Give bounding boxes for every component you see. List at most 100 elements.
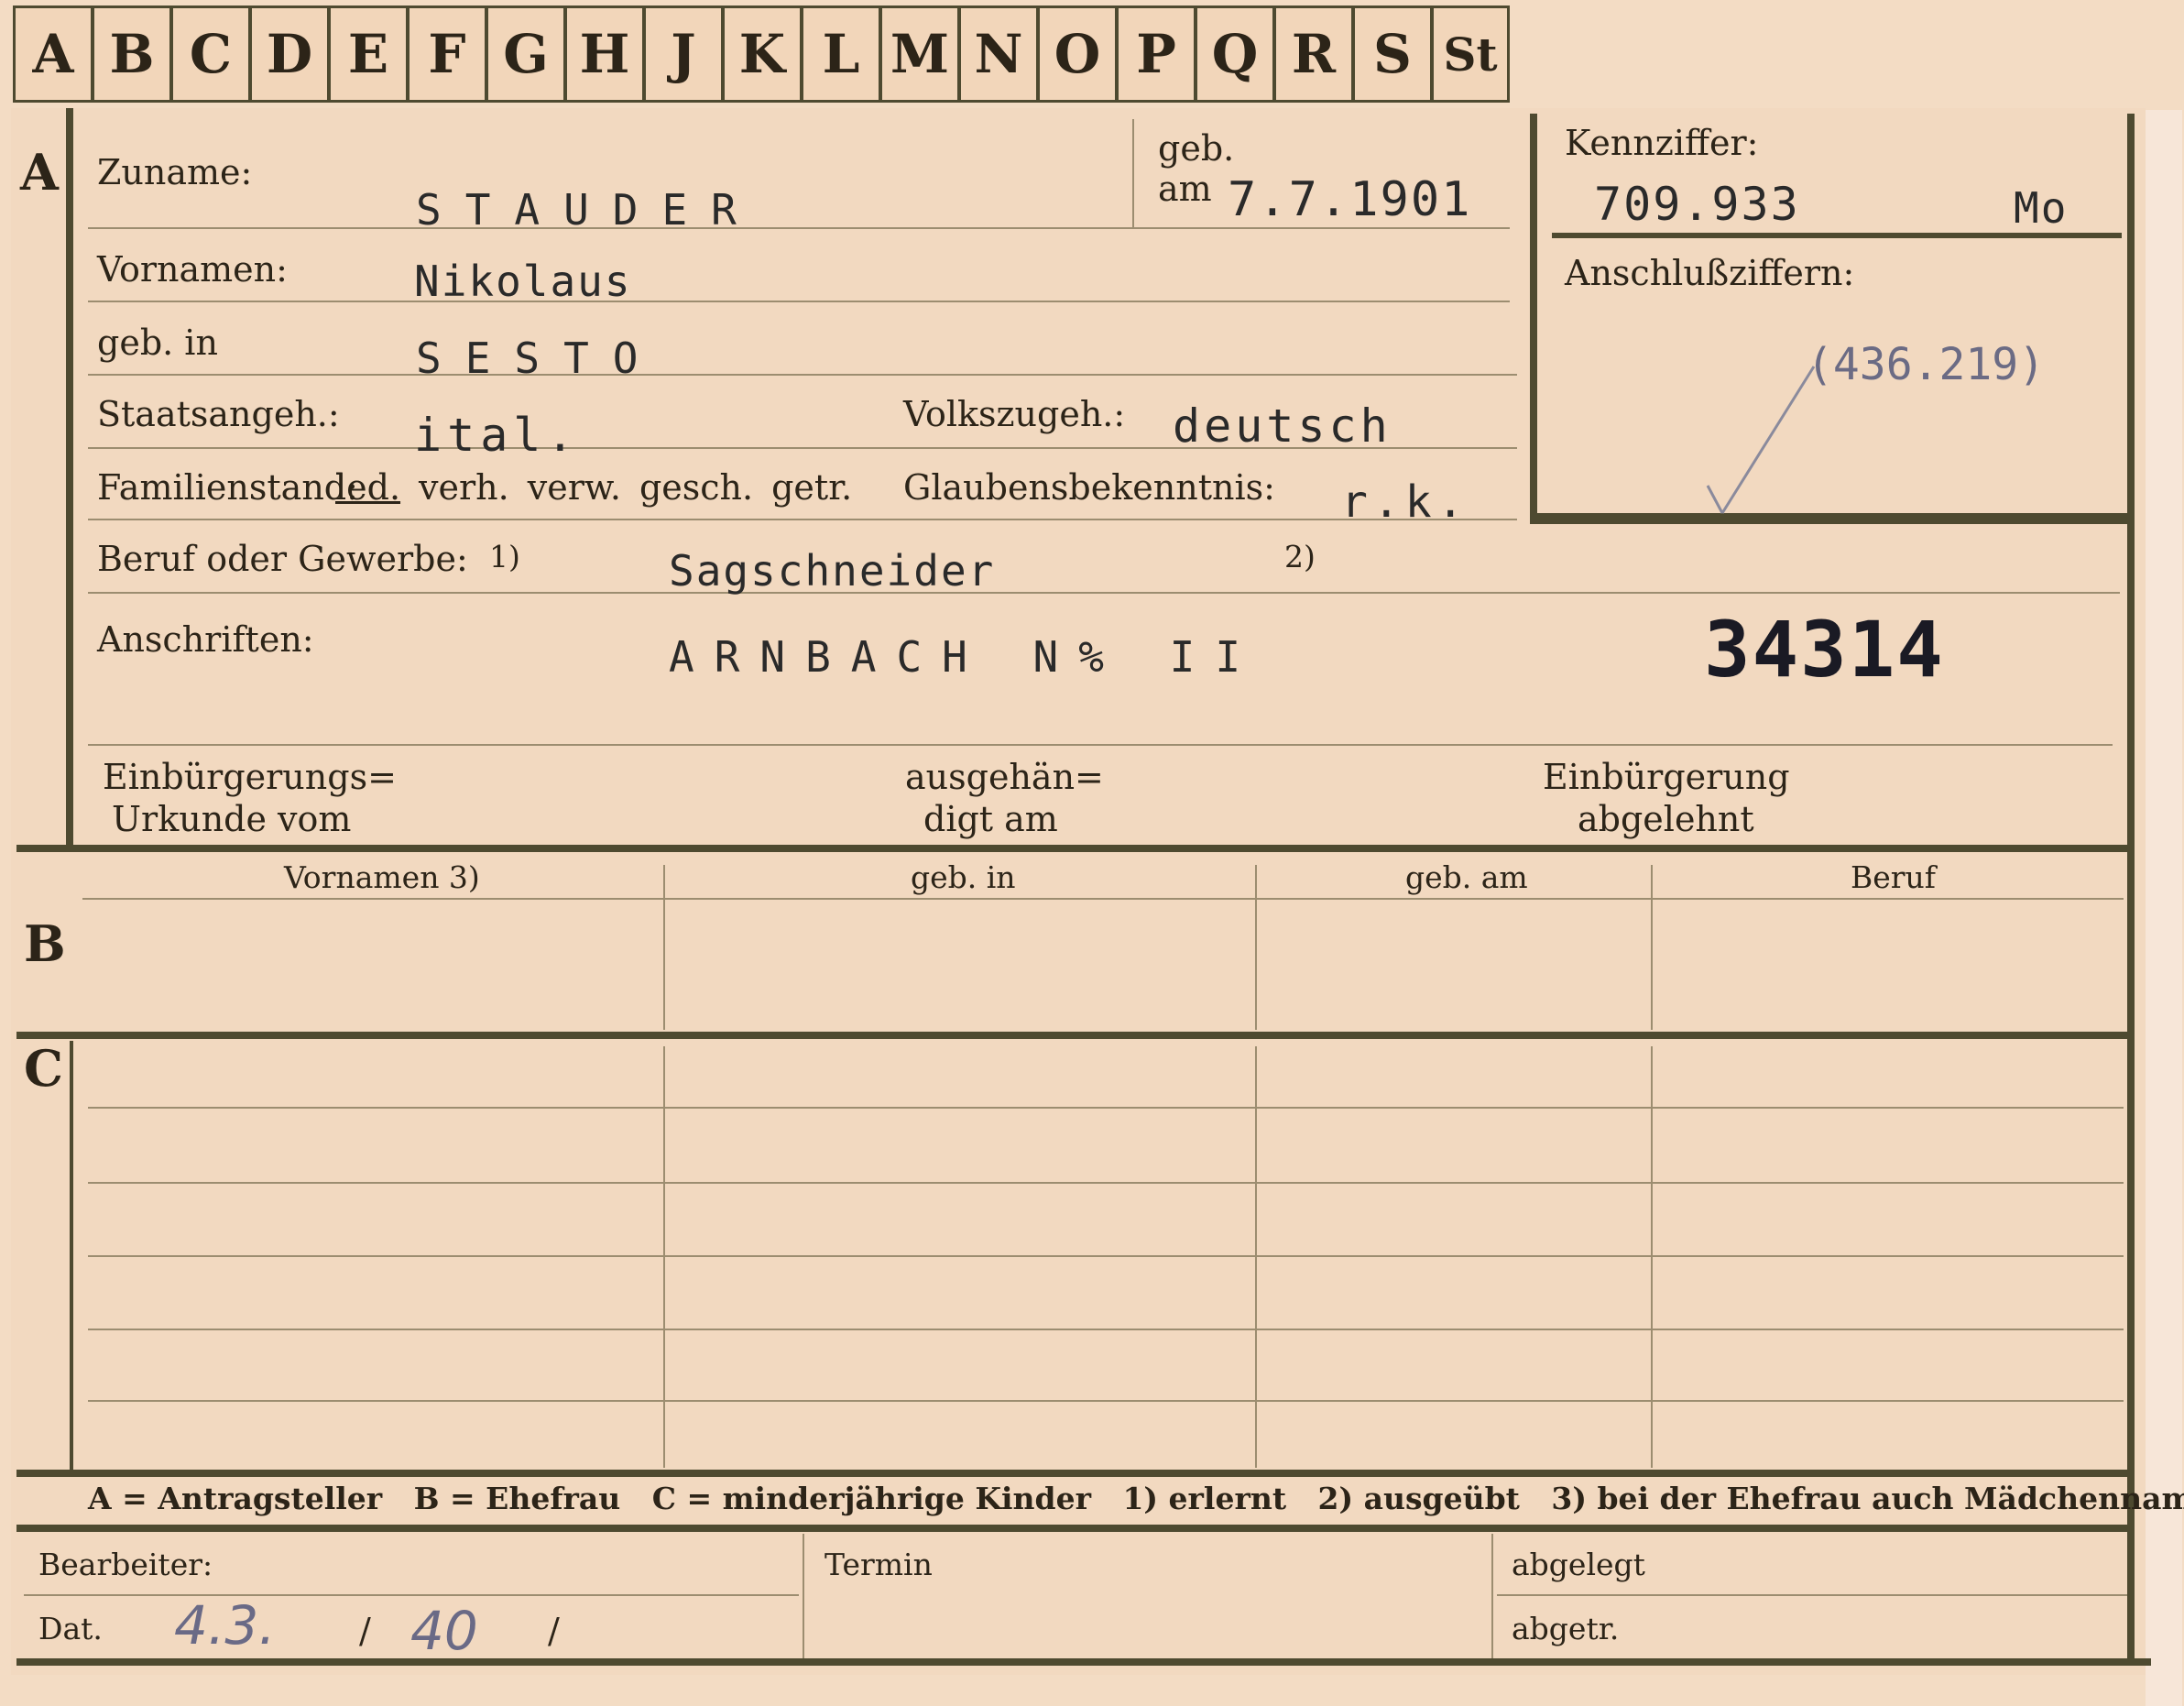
dat-separator-2: / [548,1611,560,1651]
section-c-left-border [70,1041,73,1470]
beruf-footnote-1: 1) [489,539,520,574]
einbuergerung-abgelehnt-label-2: abgelehnt [1578,799,1754,839]
familienstand-verwitwet[interactable]: verw. [528,467,621,508]
staatsangeh-value: ital. [414,409,580,462]
vornamen-value: Nikolaus [414,257,632,306]
tab-f[interactable]: F [407,5,486,103]
glaubensbekenntnis-label: Glaubensbekenntnis: [903,467,1275,508]
dat-separator-1: / [359,1611,371,1651]
legend-bottom-border [16,1525,2129,1532]
tab-r[interactable]: R [1273,5,1352,103]
table-b-header-line [82,898,2124,900]
stamp-number: 34314 [1704,605,1945,694]
familienstand-getrennt[interactable]: getr. [771,467,852,508]
row-geb-in-line [88,374,1517,376]
am-label: am [1158,169,1212,209]
card-edge [2146,110,2182,1706]
anschlussziffer-value: (436.219) [1807,339,2046,390]
beruf-label: Beruf oder Gewerbe: [97,539,468,579]
einbuergerungs-urkunde-label-1: Einbürgerungs= [103,757,397,797]
geb-label: geb. [1158,128,1235,169]
section-letter-c: C [24,1039,63,1098]
row-zuname-line [88,227,1510,229]
tab-d[interactable]: D [249,5,328,103]
section-a-bottom-border [16,845,2129,852]
table-b-header-geb-in: geb. in [911,859,1016,895]
abgetr-label: abgetr. [1512,1611,1620,1646]
tab-m[interactable]: M [879,5,958,103]
section-letter-b: B [24,914,66,973]
tab-k[interactable]: K [722,5,801,103]
tab-n[interactable]: N [958,5,1037,103]
kennziffer-divider [1552,233,2122,238]
table-c-row-line-1 [88,1107,2124,1109]
tab-p[interactable]: P [1116,5,1195,103]
row-vornamen-line [88,301,1510,302]
dat-label: Dat. [38,1611,103,1646]
staatsangeh-label: Staatsangeh.: [97,394,340,434]
familienstand-geschieden[interactable]: gesch. [639,467,753,508]
row-anschriften-line [88,744,2113,746]
table-c-row-line-3 [88,1255,2124,1257]
einbuergerung-abgelehnt-label-1: Einbürgerung [1543,757,1790,797]
tab-b[interactable]: B [92,5,170,103]
tab-st[interactable]: St [1431,5,1510,103]
tab-j[interactable]: J [643,5,722,103]
legend: A = Antragsteller B = Ehefrau C = minder… [88,1481,2184,1516]
abgelegt-label: abgelegt [1512,1547,1645,1582]
bearbeiter-label: Bearbeiter: [38,1547,213,1582]
familienstand-ledig[interactable]: led. [335,467,400,508]
table-b-col-2 [1255,865,1257,1030]
section-b-bottom-border [16,1032,2129,1039]
table-b-header-beruf: Beruf [1851,859,1937,895]
zuname-label: Zuname: [97,152,253,192]
tab-g[interactable]: G [486,5,564,103]
table-b-header-geb-am: geb. am [1405,859,1528,895]
row-familienstand-line [88,519,1517,520]
table-c-col-2 [1255,1046,1257,1468]
index-tabs: A B C D E F G H J K L M N O P Q R S St [13,5,1510,104]
einbuergerungs-urkunde-label-2: Urkunde vom [112,799,352,839]
table-b-col-3 [1651,865,1653,1030]
tab-s[interactable]: S [1352,5,1431,103]
anschriften-value: ARNBACH N% II [669,632,1261,682]
glaubensbekenntnis-value: r.k. [1341,476,1469,528]
volkszugeh-label: Volkszugeh.: [903,394,1126,434]
section-letter-a: A [20,143,59,202]
table-c-row-line-4 [88,1329,2124,1330]
beruf-value: Sagschneider [669,546,996,596]
section-a-left-border [66,108,73,848]
table-c-row-line-2 [88,1182,2124,1184]
geb-in-label: geb. in [97,323,218,363]
kennziffer-label: Kennziffer: [1565,123,1759,163]
familienstand-verheiratet[interactable]: verh. [419,467,509,508]
tab-a[interactable]: A [13,5,92,103]
geb-am-value: 7.7.1901 [1228,172,1472,227]
card-bottom-border [16,1658,2151,1666]
kennziffer-value: 709.933 [1594,178,1800,231]
dat-year-value: 40 [410,1600,478,1662]
anschlussziffern-label: Anschlußziffern: [1565,253,1855,293]
dat-day-value: 4.3. [174,1594,276,1657]
table-b-col-1 [663,865,665,1030]
tab-o[interactable]: O [1037,5,1116,103]
kennziffer-suffix: Mo [2014,183,2069,233]
volkszugeh-value: deutsch [1173,399,1392,453]
section-c-bottom-border [16,1470,2129,1477]
geb-am-divider [1132,119,1134,227]
familienstand-label: Familienstand: [97,467,358,508]
table-c-col-1 [663,1046,665,1468]
tab-c[interactable]: C [170,5,249,103]
termin-label: Termin [824,1547,933,1582]
tab-e[interactable]: E [328,5,407,103]
tab-l[interactable]: L [801,5,879,103]
bottom-mid-line-right [1497,1594,2127,1596]
familienstand-options: led. verh. verw. gesch. getr. [335,467,852,508]
zuname-value: STAUDER [416,185,760,235]
tab-q[interactable]: Q [1195,5,1273,103]
beruf-footnote-2: 2) [1284,539,1316,574]
vornamen-label: Vornamen: [97,249,288,290]
table-c-col-3 [1651,1046,1653,1468]
tab-h[interactable]: H [564,5,643,103]
table-c-row-line-5 [88,1400,2124,1402]
